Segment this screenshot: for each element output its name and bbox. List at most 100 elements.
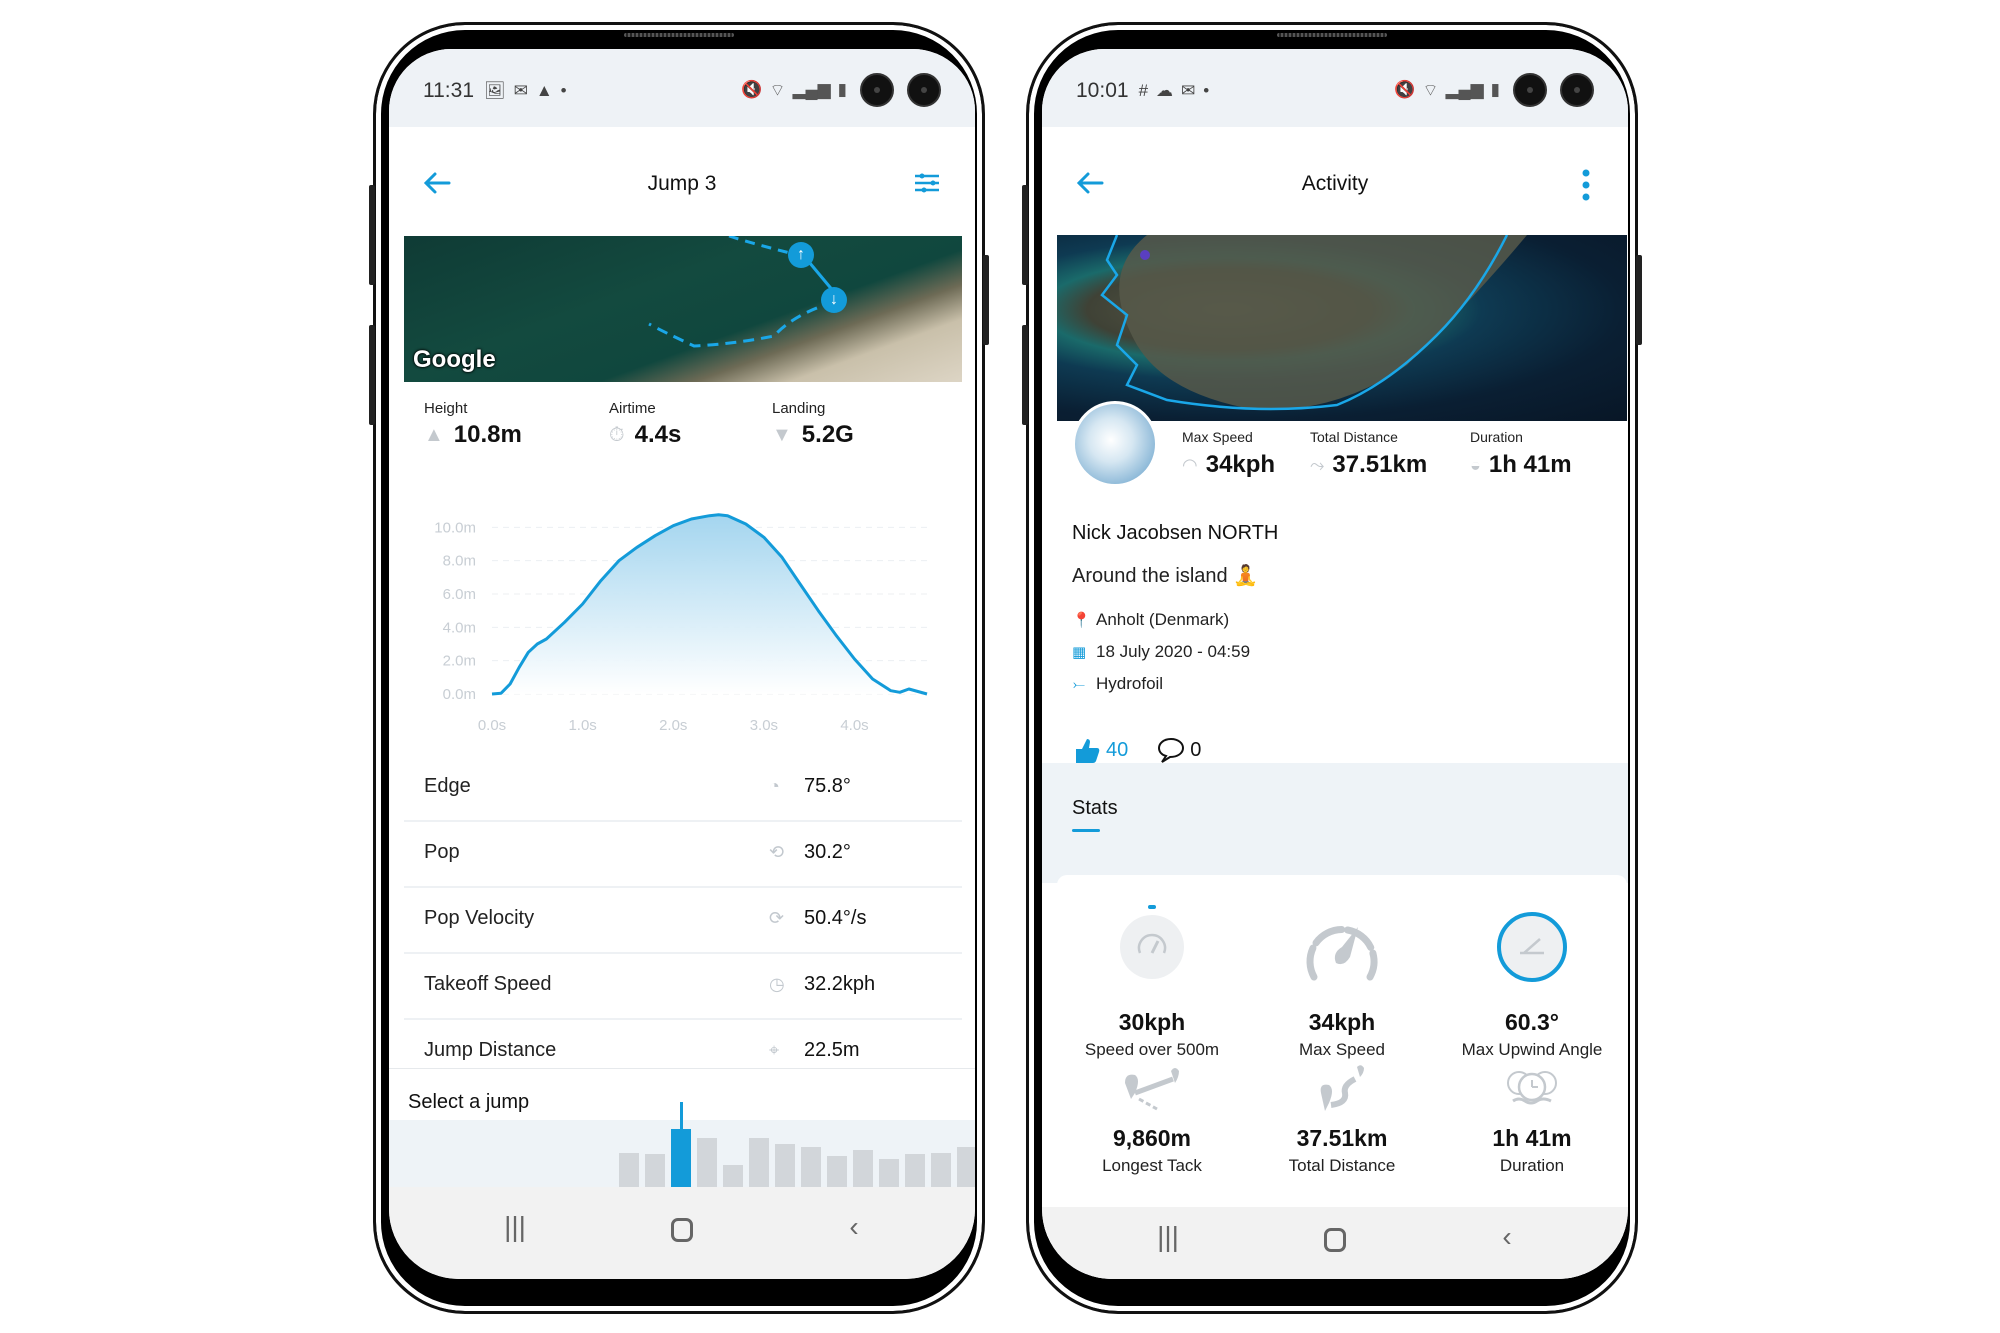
status-time: 11:31 [423, 79, 474, 102]
recents-icon: ||| [1157, 1221, 1179, 1252]
filter-sliders-icon [915, 173, 939, 193]
drive-icon: ▲ [535, 81, 553, 100]
like-button[interactable]: 40 [1072, 735, 1128, 765]
mute-icon: 🔇 [1394, 80, 1416, 99]
earpiece [624, 33, 734, 37]
front-camera-2 [907, 73, 941, 107]
y-tick-label: 8.0m [443, 553, 476, 570]
home-button[interactable] [671, 1218, 693, 1242]
phone-jump-detail: 11:31 🖼 ✉ ▲ • 🔇 ⌔ ▂▄▆ ▮ Jump 3 ↑ ↓ Googl… [369, 22, 989, 1314]
screen: 10:01 # ☁ ✉ • 🔇 ⌔ ▂▄▆ ▮ Activity Max Spe… [1042, 49, 1628, 1279]
jump-distance-icon: ⌖ [769, 1040, 780, 1060]
calendar-icon: ▦ [1072, 644, 1087, 661]
cloud-icon: ☁ [1156, 81, 1174, 100]
battery-icon: ▮ [1490, 80, 1500, 99]
stat-label: Max Upwind Angle [1461, 1040, 1603, 1059]
recents-button[interactable]: ||| [495, 1211, 535, 1243]
stat-value: 10.8m [453, 421, 522, 448]
page-title: Jump 3 [647, 172, 717, 195]
wifi-icon: ⌔ [1422, 80, 1439, 100]
notification-dot-icon: • [560, 81, 567, 100]
metric-row-jump-distance[interactable]: Jump Distance ⌖ 22.5m [404, 1020, 962, 1068]
chevron-left-icon: ‹ [1502, 1221, 1512, 1252]
y-tick-label: 2.0m [443, 653, 476, 670]
metric-row-edge[interactable]: Edge ◔ 75.8° [404, 756, 962, 820]
slack-icon: # [1138, 81, 1149, 100]
stat-duration[interactable]: 1h 41m Duration [1437, 1063, 1627, 1176]
front-camera [860, 73, 894, 107]
bixby-button [1022, 325, 1028, 425]
jump-selector-title: Select a jump [408, 1091, 530, 1113]
stat-max-upwind-angle[interactable]: 60.3° Max Upwind Angle [1437, 905, 1627, 1060]
notification-dot-icon: • [1203, 81, 1210, 100]
metric-row-takeoff-speed[interactable]: Takeoff Speed ◷ 32.2kph [404, 954, 962, 1018]
front-camera [1513, 73, 1547, 107]
stat-height: Height ▲ 10.8m [424, 400, 522, 449]
comment-button[interactable]: 0 [1156, 736, 1201, 764]
thumbs-up-icon [1076, 739, 1100, 763]
stat-longest-tack[interactable]: 9,860m Longest Tack [1057, 1063, 1247, 1176]
takeoff-pin-icon[interactable]: ↑ [788, 242, 814, 268]
stat-value: 5.2G [801, 421, 854, 448]
rider-avatar[interactable] [1072, 401, 1158, 487]
metric-value: 75.8° [804, 775, 851, 797]
stat-max-speed[interactable]: 34kph Max Speed [1247, 905, 1437, 1060]
longest-tack-icon [1125, 1068, 1179, 1111]
stat-airtime: Airtime ⏱ 4.4s [609, 400, 681, 449]
front-camera-2 [1560, 73, 1594, 107]
comment-bubble-icon [1158, 737, 1185, 763]
volume-button [369, 185, 375, 285]
summary-label: Max Speed [1182, 429, 1253, 445]
edge-angle-icon: ◔ [769, 776, 780, 796]
signal-icon: ▂▄▆ [792, 80, 831, 99]
like-count: 40 [1106, 738, 1129, 761]
social-bar: 40 0 [1072, 735, 1201, 765]
jump-map[interactable]: ↑ ↓ Google [404, 236, 962, 382]
more-options-button[interactable] [1568, 165, 1608, 205]
pop-velocity-icon: ⟳ [769, 908, 785, 928]
wifi-icon: ⌔ [769, 80, 786, 100]
status-time: 10:01 [1076, 79, 1129, 102]
location-text: Anholt (Denmark) [1096, 610, 1230, 629]
landing-icon: ▼ [772, 423, 792, 446]
jump-metrics-list: Edge ◔ 75.8° Pop ⟲ 30.2° Pop Velocity ⟳ … [404, 756, 962, 1068]
hydrofoil-icon: ⤚ [1072, 675, 1085, 693]
date-text: 18 July 2020 - 04:59 [1096, 642, 1251, 661]
activity-description: Around the island 🧘 [1072, 565, 1259, 587]
screen: 11:31 🖼 ✉ ▲ • 🔇 ⌔ ▂▄▆ ▮ Jump 3 ↑ ↓ Googl… [389, 49, 975, 1279]
metric-row-pop[interactable]: Pop ⟲ 30.2° [404, 822, 962, 886]
activity-location: 📍 Anholt (Denmark) [1072, 610, 1229, 630]
activity-map[interactable] [1057, 235, 1627, 421]
phone-activity-detail: 10:01 # ☁ ✉ • 🔇 ⌔ ▂▄▆ ▮ Activity Max Spe… [1022, 22, 1642, 1314]
rider-name[interactable]: Nick Jacobsen NORTH [1072, 522, 1278, 545]
stat-label: Landing [772, 400, 826, 417]
system-back-button[interactable]: ‹ [834, 1211, 874, 1243]
recents-button[interactable]: ||| [1148, 1221, 1188, 1253]
y-tick-label: 10.0m [434, 519, 476, 536]
system-nav-bar: ||| ‹ [389, 1187, 975, 1279]
x-tick-label: 4.0s [840, 717, 868, 734]
google-attribution: Google [413, 346, 496, 373]
stat-speed-500m[interactable]: 30kph Speed over 500m [1057, 905, 1247, 1060]
stats-tab-bar [1042, 763, 1628, 883]
stat-label: Max Speed [1299, 1040, 1385, 1059]
y-tick-label: 4.0m [443, 619, 476, 636]
stat-label: Duration [1499, 1156, 1565, 1175]
system-back-button[interactable]: ‹ [1487, 1221, 1527, 1253]
activity-sport: ⤚ Hydrofoil [1072, 674, 1163, 694]
tab-stats[interactable]: Stats [1072, 797, 1118, 820]
landing-pin-icon[interactable]: ↓ [821, 287, 847, 313]
metric-label: Edge [424, 775, 471, 797]
stat-total-distance[interactable]: 37.51km Total Distance [1247, 1063, 1437, 1176]
power-button [983, 255, 989, 345]
signal-icon: ▂▄▆ [1445, 80, 1484, 99]
recents-icon: ||| [504, 1211, 526, 1242]
filter-button[interactable] [909, 165, 949, 205]
home-button[interactable] [1324, 1228, 1346, 1252]
system-nav-bar: ||| ‹ [1042, 1207, 1628, 1279]
gmail-icon: ✉ [513, 81, 528, 100]
bixby-button [369, 325, 375, 425]
x-tick-label: 0.0s [478, 717, 506, 734]
metric-row-pop-velocity[interactable]: Pop Velocity ⟳ 50.4°/s [404, 888, 962, 952]
duration-icon [1507, 1071, 1557, 1105]
